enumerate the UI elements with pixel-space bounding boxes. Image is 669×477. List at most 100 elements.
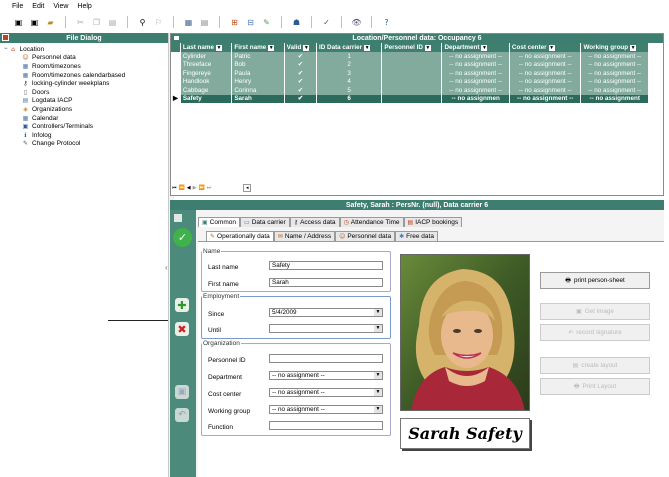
cell-first[interactable]: Henry bbox=[231, 77, 285, 86]
cell-dept[interactable]: -- no assignment -- bbox=[441, 69, 510, 78]
cell-valid[interactable]: ✔ bbox=[284, 86, 317, 95]
cell-cost[interactable]: -- no assignment -- bbox=[509, 60, 582, 69]
tab-iacp-bookings[interactable]: ▤ IACP bookings bbox=[403, 217, 463, 227]
dropdown-arrow-icon[interactable]: ▼ bbox=[374, 389, 382, 396]
menu-edit[interactable]: Edit bbox=[32, 3, 44, 10]
tab-operationally-data[interactable]: ✎ Operationally data bbox=[206, 231, 274, 241]
cell-carrier[interactable]: 6 bbox=[316, 94, 383, 103]
column-filter-icon[interactable]: ▼ bbox=[364, 45, 371, 51]
tree-item[interactable]: ☺ Personnel data bbox=[0, 54, 168, 63]
column-filter-icon[interactable]: ▼ bbox=[548, 45, 555, 51]
view-icon[interactable]: 👁 bbox=[350, 16, 363, 28]
cell-dept[interactable]: -- no assignment -- bbox=[441, 77, 510, 86]
first-record-icon[interactable]: ⏮ bbox=[172, 185, 177, 191]
last-record-icon[interactable]: ⏭ bbox=[207, 185, 212, 191]
undo-record-icon[interactable]: ↶ bbox=[175, 408, 189, 422]
menu-file[interactable]: File bbox=[12, 3, 23, 10]
layout-icon[interactable]: ⊞ bbox=[228, 16, 241, 28]
cell-first[interactable]: Paula bbox=[231, 69, 285, 78]
cell-first[interactable]: Corinna bbox=[231, 86, 285, 95]
tree-item[interactable]: ℹ Infolog bbox=[0, 131, 168, 140]
copy-icon[interactable]: ❐ bbox=[90, 16, 103, 28]
cell-last[interactable]: Cylinder bbox=[180, 52, 233, 61]
until-date-picker[interactable]: ▼ bbox=[269, 324, 383, 333]
cell-last[interactable]: Cabbage bbox=[180, 86, 233, 95]
cell-last[interactable]: Fingereye bbox=[180, 69, 233, 78]
cell-carrier[interactable]: 5 bbox=[316, 86, 383, 95]
department-select[interactable]: -- no assignment -- ▼ bbox=[269, 371, 383, 380]
search-icon[interactable]: ⚲ bbox=[136, 16, 149, 28]
cell-pid[interactable] bbox=[381, 94, 443, 103]
next-page-icon[interactable]: ⏩ bbox=[198, 185, 204, 191]
cell-pid[interactable] bbox=[381, 52, 443, 61]
cell-group[interactable]: -- no assignment -- bbox=[580, 60, 649, 69]
table-row[interactable]: Fingereye Paula ✔ 3 -- no assignment -- -- no… bbox=[171, 69, 649, 78]
column-header[interactable]: First name ▼ bbox=[231, 43, 285, 52]
column-filter-icon[interactable]: ▼ bbox=[268, 45, 275, 51]
column-filter-icon[interactable]: ▼ bbox=[303, 45, 310, 51]
cell-pid[interactable] bbox=[381, 69, 443, 78]
cell-valid[interactable]: ✔ bbox=[284, 60, 317, 69]
cell-pid[interactable] bbox=[381, 60, 443, 69]
column-header[interactable]: Cost center ▼ bbox=[509, 43, 582, 52]
cell-carrier[interactable]: 4 bbox=[316, 77, 383, 86]
column-filter-icon[interactable]: ▼ bbox=[424, 45, 431, 51]
print-person-sheet-button[interactable]: 🖶 print person-sheet bbox=[540, 272, 650, 289]
last-name-field[interactable]: Safety bbox=[269, 261, 383, 270]
dropdown-arrow-icon[interactable]: ▼ bbox=[374, 325, 382, 332]
cell-last[interactable]: Safety bbox=[180, 94, 233, 103]
column-header[interactable]: Working group ▼ bbox=[580, 43, 649, 52]
cell-carrier[interactable]: 2 bbox=[316, 60, 383, 69]
edit-icon[interactable]: ✎ bbox=[260, 16, 273, 28]
first-name-field[interactable]: Sarah bbox=[269, 278, 383, 287]
table-row[interactable]: Threeface Bob ✔ 2 -- no assignment -- -- no a… bbox=[171, 60, 649, 69]
tab-free-data[interactable]: ✱ Free data bbox=[395, 231, 438, 241]
delete-record-icon[interactable]: ✖ bbox=[175, 322, 189, 336]
tab-common[interactable]: ▣ Common bbox=[198, 217, 241, 227]
tree-item[interactable]: ⚷ locking-cylinder weekplans bbox=[0, 79, 168, 88]
cell-group[interactable]: -- no assignment bbox=[580, 94, 649, 103]
tab-attendance-time[interactable]: ◷ Attendance Time bbox=[339, 217, 404, 227]
users-icon[interactable]: ☗ bbox=[290, 16, 303, 28]
cell-first[interactable]: Bob bbox=[231, 60, 285, 69]
tab-personnel-data[interactable]: ☺ Personnel data bbox=[335, 231, 396, 241]
cell-valid[interactable]: ✔ bbox=[284, 77, 317, 86]
personnel-id-field[interactable] bbox=[269, 354, 383, 363]
cell-cost[interactable]: -- no assignment -- bbox=[509, 77, 582, 86]
column-filter-icon[interactable]: ▼ bbox=[216, 45, 222, 51]
print-layout-button[interactable]: 🖶 Print Layout bbox=[540, 378, 650, 395]
dropdown-arrow-icon[interactable]: ▼ bbox=[374, 309, 382, 316]
cell-last[interactable]: Threeface bbox=[180, 60, 233, 69]
dropdown-arrow-icon[interactable]: ▼ bbox=[374, 406, 382, 413]
cell-first[interactable]: Patric bbox=[231, 52, 285, 61]
collapse-arrow-icon[interactable]: ‹ bbox=[165, 263, 168, 272]
tree-item[interactable]: ◈ Organizations bbox=[0, 105, 168, 114]
table-row[interactable]: ▶ Safety Sarah ✔ 6 -- no assignmen -- no assig… bbox=[171, 94, 649, 103]
create-layout-button[interactable]: ▤ create layout bbox=[540, 357, 650, 374]
menu-help[interactable]: Help bbox=[77, 3, 91, 10]
cell-first[interactable]: Sarah bbox=[231, 94, 285, 103]
column-filter-icon[interactable]: ▼ bbox=[630, 45, 637, 51]
open-folder-icon[interactable]: ▰ bbox=[44, 16, 57, 28]
cell-cost[interactable]: -- no assignment -- bbox=[509, 94, 582, 103]
new-record-icon[interactable]: ▦ bbox=[182, 16, 195, 28]
save-all-icon[interactable]: ▣ bbox=[28, 16, 41, 28]
confirm-check-icon[interactable]: ✓ bbox=[173, 228, 192, 247]
cell-valid[interactable]: ✔ bbox=[284, 94, 317, 103]
cell-valid[interactable]: ✔ bbox=[284, 52, 317, 61]
report-icon[interactable]: ✓ bbox=[320, 16, 333, 28]
cell-group[interactable]: -- no assignment -- bbox=[580, 86, 649, 95]
cell-dept[interactable]: -- no assignment -- bbox=[441, 86, 510, 95]
print-icon[interactable]: ▤ bbox=[198, 16, 211, 28]
paste-icon[interactable]: ▤ bbox=[106, 16, 119, 28]
save-record-icon[interactable]: ▣ bbox=[175, 385, 189, 399]
grid-icon[interactable]: ⊟ bbox=[244, 16, 257, 28]
scroll-left-button[interactable]: ◂ bbox=[243, 184, 252, 192]
tree-item[interactable]: − ⌂ Location bbox=[0, 45, 168, 54]
cell-group[interactable]: -- no assignment -- bbox=[580, 77, 649, 86]
cell-carrier[interactable]: 3 bbox=[316, 69, 383, 78]
column-header[interactable]: Valid ▼ bbox=[284, 43, 317, 52]
cost-center-select[interactable]: -- no assignment -- ▼ bbox=[269, 388, 383, 397]
dropdown-arrow-icon[interactable]: ▼ bbox=[374, 372, 382, 379]
cell-pid[interactable] bbox=[381, 86, 443, 95]
